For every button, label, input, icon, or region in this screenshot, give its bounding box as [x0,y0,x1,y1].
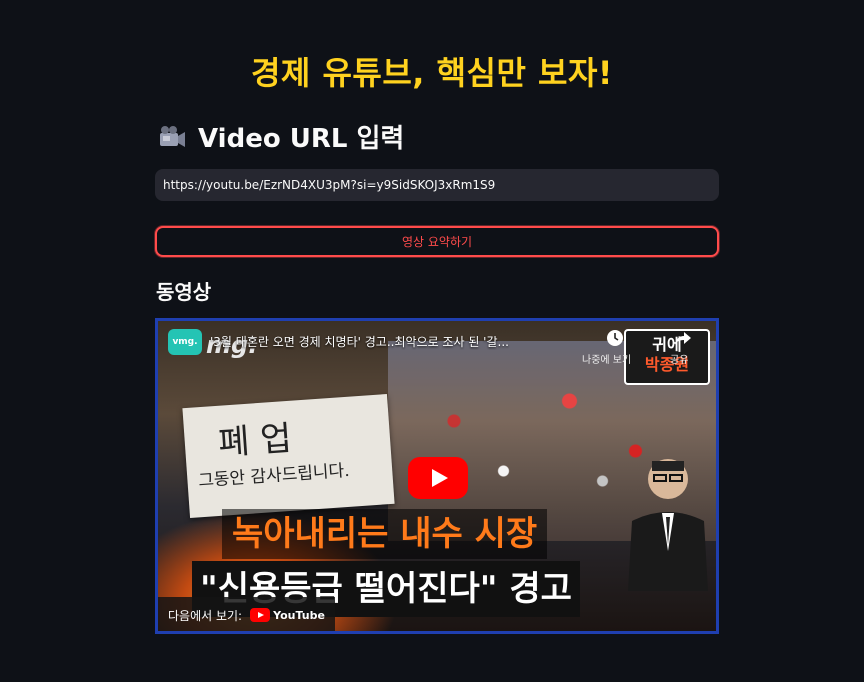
watch-on-youtube[interactable]: 다음에서 보기: YouTube [158,597,335,631]
channel-avatar[interactable]: vmg. [168,329,202,355]
caption-top: 녹아내리는 내수 시장 [222,509,548,559]
video-camera-icon [160,125,185,147]
youtube-logo-icon [250,608,271,622]
share-icon[interactable] [674,329,692,347]
news-anchor-image [628,459,708,591]
channel-line2: 박종원 [644,355,690,374]
watch-on-label: 다음에서 보기: [168,608,243,623]
url-input[interactable] [155,169,719,201]
video-title[interactable]: '3월 대혼란 오면 경제 치명타' 경고..최악으로 조사 된 '갈... [210,333,570,350]
channel-line1: 귀에 [652,335,682,354]
clock-icon[interactable] [606,329,624,347]
url-section-heading: Video URL 입력 [156,118,404,155]
share-label[interactable]: 공유 [670,351,688,366]
video-player[interactable]: 폐 업 그동안 감사드립니다. vmg. mg. '3월 대혼란 오면 경제 치… [155,318,719,634]
play-button[interactable] [408,457,468,499]
channel-logo: 귀에 박종원 [624,329,710,385]
summarize-button[interactable]: 영상 요약하기 [155,226,719,257]
youtube-logo[interactable]: YouTube [250,608,325,622]
watch-later-label[interactable]: 나중에 보기 [582,351,631,366]
play-icon [432,469,448,487]
section-title-text: Video URL 입력 [198,124,405,154]
page-title: 경제 유튜브, 핵심만 보자! [250,54,614,92]
sign-big-text: 폐 업 [216,418,293,464]
youtube-wordmark: YouTube [273,608,325,622]
video-heading: 동영상 [156,280,212,304]
